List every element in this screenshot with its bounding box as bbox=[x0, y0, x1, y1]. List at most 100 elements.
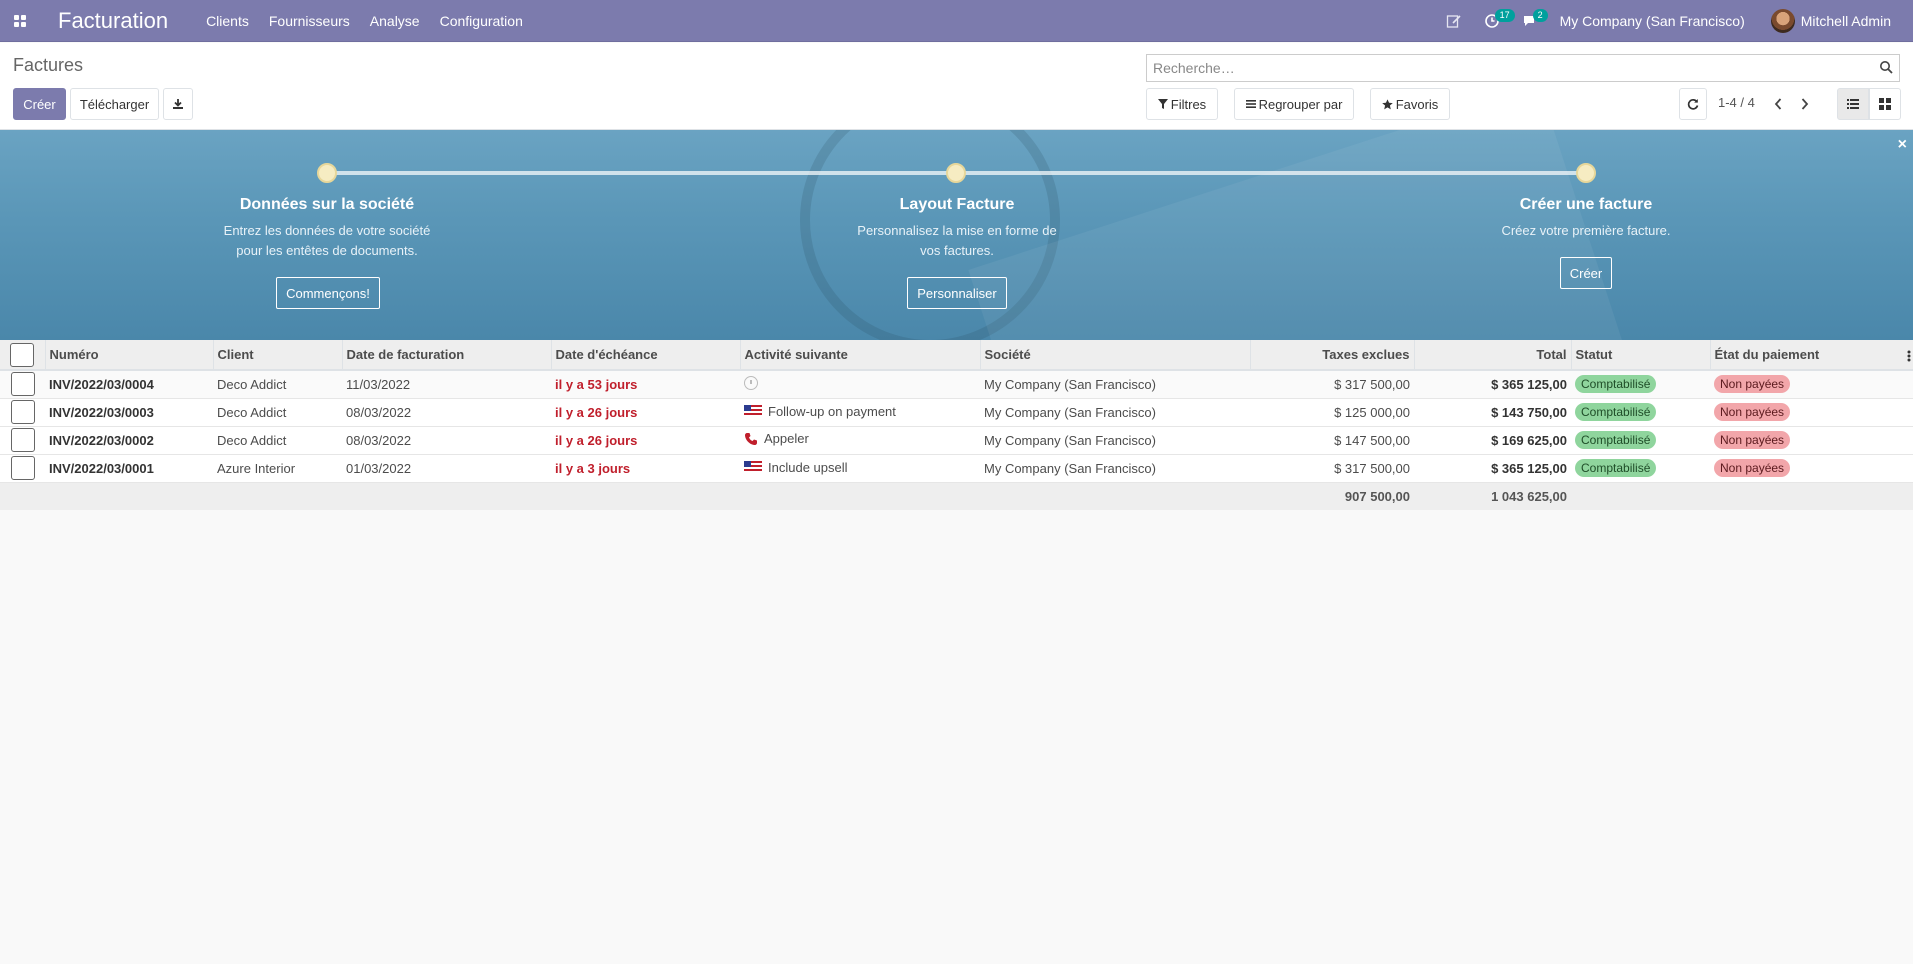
search-icon[interactable] bbox=[1879, 60, 1893, 74]
menu-item-configuration[interactable]: Configuration bbox=[440, 13, 523, 29]
table-row[interactable]: INV/2022/03/0003 Deco Addict 08/03/2022 … bbox=[0, 398, 1913, 427]
onboarding-banner: × Données sur la société Entrez les donn… bbox=[0, 130, 1913, 340]
column-header-untaxed[interactable]: Taxes exclues bbox=[1250, 340, 1415, 371]
column-header-payment-state[interactable]: État du paiement bbox=[1710, 340, 1913, 371]
menu-item-clients[interactable]: Clients bbox=[206, 13, 249, 29]
invoice-untaxed: $ 317 500,00 bbox=[1250, 454, 1414, 483]
invoice-total: $ 143 750,00 bbox=[1414, 398, 1571, 427]
upload-button[interactable]: Télécharger bbox=[70, 88, 159, 120]
flag-icon[interactable] bbox=[744, 405, 762, 418]
close-banner-icon[interactable]: × bbox=[1898, 136, 1907, 154]
invoice-payment-cell: Non payées bbox=[1710, 370, 1913, 399]
row-checkbox[interactable] bbox=[10, 372, 35, 397]
download-icon bbox=[173, 99, 183, 109]
search-bar bbox=[1146, 54, 1900, 82]
invoice-due-date: il y a 53 jours bbox=[551, 370, 740, 399]
invoice-list: Numéro Client Date de facturation Date d… bbox=[0, 340, 1913, 510]
invoice-due-date: il y a 26 jours bbox=[551, 398, 740, 427]
column-header-number[interactable]: Numéro bbox=[45, 340, 214, 371]
row-checkbox[interactable] bbox=[10, 428, 35, 452]
footer-untaxed-sum: 907 500,00 bbox=[1250, 482, 1414, 510]
list-view-button[interactable] bbox=[1837, 88, 1869, 120]
column-header-company[interactable]: Société bbox=[980, 340, 1251, 371]
menu-item-analyse[interactable]: Analyse bbox=[370, 13, 420, 29]
page-title: Factures bbox=[13, 55, 84, 75]
flag-icon[interactable] bbox=[744, 461, 762, 474]
step-description-line1: Créez votre première facture. bbox=[1501, 223, 1671, 238]
user-menu[interactable]: Mitchell Admin bbox=[1801, 13, 1891, 29]
column-header-status[interactable]: Statut bbox=[1571, 340, 1711, 371]
invoice-number: INV/2022/03/0002 bbox=[45, 426, 213, 455]
table-footer-row: 907 500,00 1 043 625,00 bbox=[0, 482, 1913, 510]
column-header-invoice-date[interactable]: Date de facturation bbox=[342, 340, 552, 371]
invoice-activity[interactable]: Appeler bbox=[740, 426, 980, 455]
start-company-setup-button[interactable]: Commençons! bbox=[276, 277, 380, 309]
row-select-cell bbox=[0, 426, 45, 455]
row-checkbox[interactable] bbox=[10, 456, 35, 480]
groupby-label: Regrouper par bbox=[1258, 96, 1343, 112]
favorites-button[interactable]: Favoris bbox=[1370, 88, 1450, 120]
step-description-line2: vos factures. bbox=[920, 243, 994, 258]
invoice-total: $ 365 125,00 bbox=[1414, 454, 1571, 483]
invoice-date: 08/03/2022 bbox=[342, 398, 551, 427]
app-title[interactable]: Facturation bbox=[58, 8, 168, 34]
company-switcher[interactable]: My Company (San Francisco) bbox=[1560, 13, 1745, 29]
invoice-status-cell: Comptabilisé bbox=[1571, 426, 1710, 455]
column-header-next-activity[interactable]: Activité suivante bbox=[740, 340, 981, 371]
clock-icon[interactable] bbox=[744, 375, 758, 390]
edit-icon bbox=[1446, 15, 1461, 28]
table-row[interactable]: INV/2022/03/0001 Azure Interior 01/03/20… bbox=[0, 454, 1913, 483]
onboarding-step-layout: Layout Facture Personnalisez la mise en … bbox=[797, 196, 1117, 261]
invoice-untaxed: $ 147 500,00 bbox=[1250, 426, 1414, 455]
invoice-status-cell: Comptabilisé bbox=[1571, 454, 1710, 483]
apps-menu-button[interactable] bbox=[0, 0, 40, 42]
step-title: Créer une facture bbox=[1519, 196, 1653, 213]
invoice-company: My Company (San Francisco) bbox=[980, 370, 1250, 399]
export-button[interactable] bbox=[163, 88, 193, 120]
list-icon bbox=[1847, 99, 1859, 109]
filter-icon bbox=[1157, 99, 1168, 109]
menu-item-fournisseurs[interactable]: Fournisseurs bbox=[269, 13, 350, 29]
optional-columns-icon[interactable] bbox=[1907, 350, 1911, 362]
table-row[interactable]: INV/2022/03/0002 Deco Addict 08/03/2022 … bbox=[0, 426, 1913, 455]
invoice-activity[interactable] bbox=[740, 370, 980, 399]
invoice-activity[interactable]: Include upsell bbox=[740, 454, 980, 483]
create-button[interactable]: Créer bbox=[13, 88, 66, 120]
filters-button[interactable]: Filtres bbox=[1146, 88, 1218, 120]
refresh-button[interactable] bbox=[1679, 88, 1707, 120]
table-row[interactable]: INV/2022/03/0004 Deco Addict 11/03/2022 … bbox=[0, 370, 1913, 399]
create-first-invoice-button[interactable]: Créer bbox=[1560, 257, 1612, 289]
pager-value[interactable]: 1-4 / 4 bbox=[1718, 95, 1755, 110]
invoice-activity[interactable]: Follow-up on payment bbox=[740, 398, 980, 427]
phone-icon[interactable] bbox=[744, 432, 758, 446]
customize-layout-button[interactable]: Personnaliser bbox=[907, 277, 1007, 309]
pager-next-button[interactable] bbox=[1795, 88, 1815, 120]
column-header-due-date[interactable]: Date d'échéance bbox=[551, 340, 741, 371]
column-header-client[interactable]: Client bbox=[213, 340, 343, 371]
footer-empty-cell bbox=[740, 482, 980, 510]
pager-previous-button[interactable] bbox=[1768, 88, 1788, 120]
messages-button[interactable]: 2 bbox=[1522, 0, 1548, 42]
user-avatar[interactable] bbox=[1770, 9, 1795, 33]
invoice-status-cell: Comptabilisé bbox=[1571, 370, 1710, 399]
step-1-dot bbox=[317, 163, 337, 183]
onboarding-step-invoice: Créer une facture Créez votre première f… bbox=[1426, 196, 1746, 241]
payment-state-badge: Non payées bbox=[1714, 403, 1791, 421]
select-all-checkbox[interactable] bbox=[10, 342, 35, 367]
column-header-total[interactable]: Total bbox=[1414, 340, 1572, 371]
groupby-button[interactable]: Regrouper par bbox=[1234, 88, 1354, 120]
search-input[interactable] bbox=[1147, 55, 1899, 81]
invoice-payment-cell: Non payées bbox=[1710, 454, 1913, 483]
invoice-payment-cell: Non payées bbox=[1710, 398, 1913, 427]
chevron-right-icon bbox=[1801, 98, 1809, 110]
invoice-number: INV/2022/03/0001 bbox=[45, 454, 213, 483]
invoice-company: My Company (San Francisco) bbox=[980, 426, 1250, 455]
invoice-due-date: il y a 3 jours bbox=[551, 454, 740, 483]
activities-button[interactable]: 17 bbox=[1484, 0, 1515, 42]
row-checkbox[interactable] bbox=[10, 400, 35, 424]
kanban-view-button[interactable] bbox=[1869, 88, 1901, 120]
row-select-cell bbox=[0, 370, 45, 399]
edit-note-button[interactable] bbox=[1446, 0, 1462, 42]
payment-state-badge: Non payées bbox=[1714, 459, 1791, 477]
payment-state-badge: Non payées bbox=[1714, 431, 1791, 449]
